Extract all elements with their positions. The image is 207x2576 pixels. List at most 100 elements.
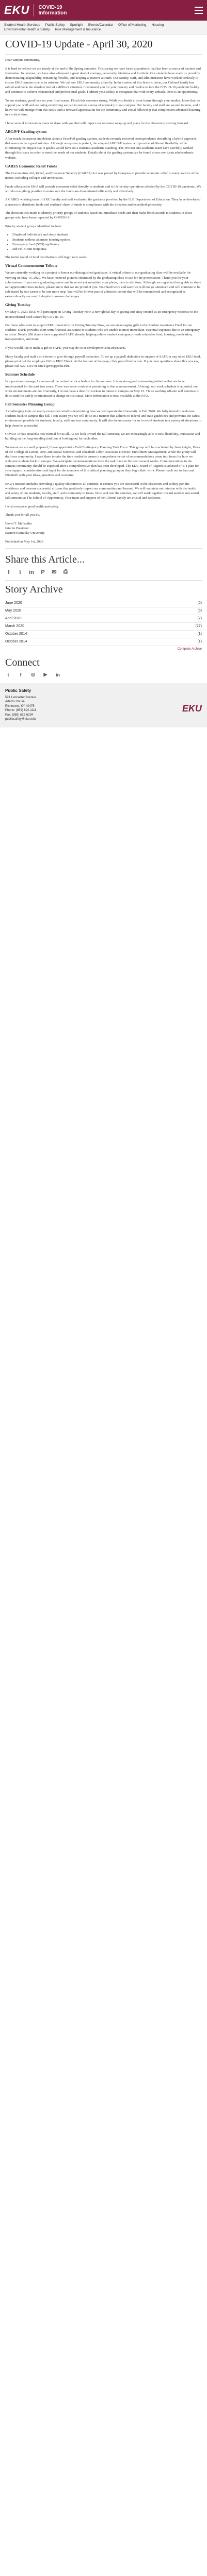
cares-paragraph: The decision was made to identify priori… <box>5 211 193 220</box>
twitter-icon[interactable]: t <box>5 672 11 678</box>
quick-link[interactable]: Office of Marketing <box>118 23 146 27</box>
site-title-line2: Information <box>38 10 67 16</box>
fall-paragraph: I wish everyone good health and safety. <box>5 504 59 509</box>
archive-item[interactable]: May 2020 (5) <box>5 607 202 615</box>
cares-paragraph: A CARES working team of EKU faculty and … <box>5 198 201 207</box>
facebook-icon[interactable]: f <box>18 672 24 678</box>
archive-month: April 2020 <box>5 616 22 620</box>
instagram-icon[interactable]: ◎ <box>30 672 36 678</box>
section-title-grading: ABC/P/F Grading system <box>5 129 47 134</box>
section-title-summer: Summer Schedule <box>5 372 35 377</box>
archive-month: June 2020 <box>5 601 22 605</box>
footer-line: 521 Lancaster Avenue <box>5 696 36 699</box>
quick-link[interactable]: Environmental Health & Safety <box>4 27 50 32</box>
signature-line: David T. McFaddin <box>5 522 32 526</box>
footer-eku-logo[interactable]: EKU <box>182 703 202 714</box>
section-title-cares: CARES Economic Relief Funds <box>5 164 57 169</box>
email-icon[interactable]: ✉ <box>51 569 58 576</box>
archive-item[interactable]: March 2020 (27) <box>5 623 202 631</box>
footer-line: Richmond, KY 40475 <box>5 704 35 708</box>
divider <box>5 54 202 55</box>
archive-count: (5) <box>197 601 202 605</box>
archive-month: May 2020 <box>5 608 21 613</box>
signature-line: Interim President <box>5 527 29 531</box>
archive-count: (7) <box>197 616 202 620</box>
divider <box>5 548 202 549</box>
cares-paragraph: The Coronavirus Aid, Relief, and Economi… <box>5 172 199 180</box>
footer-line: Adams House <box>5 700 25 704</box>
quick-link[interactable]: Public Safety <box>45 23 65 27</box>
site-title-line1: COVID-19 <box>38 5 62 10</box>
twitter-icon[interactable]: t <box>17 569 24 576</box>
site-title[interactable]: COVID-19 Information <box>38 5 67 16</box>
fall-paragraph: To ensure we are well prepared, I have a… <box>5 445 200 478</box>
footer-title: Public Safety <box>5 688 31 693</box>
cares-followup: The initial round of fund distributions … <box>5 255 87 259</box>
section-title-fall: Fall Semester Planning Group <box>5 402 55 407</box>
menu-icon[interactable] <box>195 7 203 14</box>
signature: David T. McFaddin Interim President Easter… <box>5 521 202 535</box>
section-title-giving: Giving Tuesday <box>5 302 31 308</box>
archive-count: (5) <box>197 608 202 613</box>
footer-address: 521 Lancaster Avenue Adams House Richmond,… <box>5 696 36 721</box>
linkedin-icon[interactable]: in <box>55 672 61 678</box>
intro-paragraph: To our students, good luck on your final… <box>5 98 201 116</box>
archive-month: October 2014 <box>5 632 27 636</box>
summer-paragraph: In a previous message, I announced the r… <box>5 380 199 398</box>
priority-groups-list: Displaced individuals and study students… <box>12 232 202 251</box>
quick-link[interactable]: Student Health Services <box>4 23 40 27</box>
archive-item[interactable]: June 2020 (5) <box>5 600 202 607</box>
intro-paragraph: Dear campus community, <box>5 58 40 62</box>
list-item: and Pell Grant recipients. <box>12 247 202 251</box>
youtube-icon[interactable]: ▶ <box>42 672 49 678</box>
cares-paragraph: Funds allocated to EKU will provide econ… <box>5 184 201 193</box>
quick-link[interactable]: Risk Management & Insurance <box>55 27 101 32</box>
archive-item[interactable]: October 2014 (1) <box>5 638 202 646</box>
page-title: COVID-19 Update - April 30, 2020 <box>5 39 153 50</box>
published-date: Published on May 1st, 2020 <box>5 540 43 544</box>
list-item: Emergency fund (SOS) applicants <box>12 242 202 247</box>
section-title-commencement: Virtual Commencement Tribute <box>5 263 58 268</box>
quick-link[interactable]: Events/Calendar <box>88 23 113 27</box>
archive-count: (1) <box>197 639 202 643</box>
footer-line: Phone: (859) 622-1111 <box>5 709 37 713</box>
archive-month: March 2020 <box>5 624 24 628</box>
archive-title: Story Archive <box>5 583 63 595</box>
fall-paragraph: Thank you for all you do, <box>5 513 40 517</box>
footer: Public Safety 521 Lancaster Avenue Adams … <box>0 683 207 728</box>
social-icons: t f ◎ ▶ in <box>5 672 202 678</box>
divider <box>5 580 202 581</box>
footer-line: publicsafety@eku.edu <box>5 717 36 721</box>
giving-paragraph: On May 5, 2020, EKU will participate in … <box>5 310 198 319</box>
quick-link[interactable]: Housing <box>151 23 164 27</box>
share-title: Share this Article... <box>5 553 85 565</box>
archive-list: June 2020 (5) May 2020 (5) April 2020 (7) Marc… <box>5 600 202 646</box>
archive-item[interactable]: October 2014 (1) <box>5 631 202 638</box>
linkedin-icon[interactable]: in <box>28 569 35 576</box>
intro-paragraph: I have several information items to shar… <box>5 121 189 125</box>
archive-month: October 2014 <box>5 639 27 643</box>
fall-paragraph: COVID-19 has created a new normal for us… <box>5 432 200 441</box>
list-item: Students without alternate housing optio… <box>12 238 202 242</box>
archive-count: (27) <box>195 624 202 628</box>
complete-archive-link[interactable]: Complete Archive <box>178 648 202 651</box>
site-header: EKU COVID-19 Information <box>0 0 207 21</box>
fall-paragraph: EKU's mission includes providing a quali… <box>5 482 199 500</box>
facebook-icon[interactable]: f <box>5 569 12 576</box>
quick-link[interactable]: Spotlight <box>70 23 83 27</box>
intro-paragraph: It is hard to believe we are nearly at t… <box>5 66 201 94</box>
archive-count: (1) <box>197 632 202 636</box>
footer-line: Fax: (859) 622-6294 <box>5 713 34 717</box>
article: COVID-19 Update - April 30, 2020 Dear ca… <box>0 35 207 678</box>
grading-paragraph: After much discussion and debate about a… <box>5 137 197 160</box>
commencement-paragraph: We are currently working on a project to… <box>5 271 201 298</box>
giving-paragraph: If you would like to make a gift to SAFE… <box>5 346 126 350</box>
quick-links-nav: Student Health Services Public Safety Spot… <box>0 21 207 35</box>
share-icons: f t in P ✉ ⎙ <box>5 569 202 576</box>
signature-line: Eastern Kentucky University <box>5 531 45 535</box>
archive-item[interactable]: April 2020 (7) <box>5 615 202 623</box>
eku-logo[interactable]: EKU <box>4 4 29 17</box>
pinterest-icon[interactable]: P <box>39 569 46 576</box>
connect-title: Connect <box>5 656 40 668</box>
print-icon[interactable]: ⎙ <box>62 569 69 576</box>
